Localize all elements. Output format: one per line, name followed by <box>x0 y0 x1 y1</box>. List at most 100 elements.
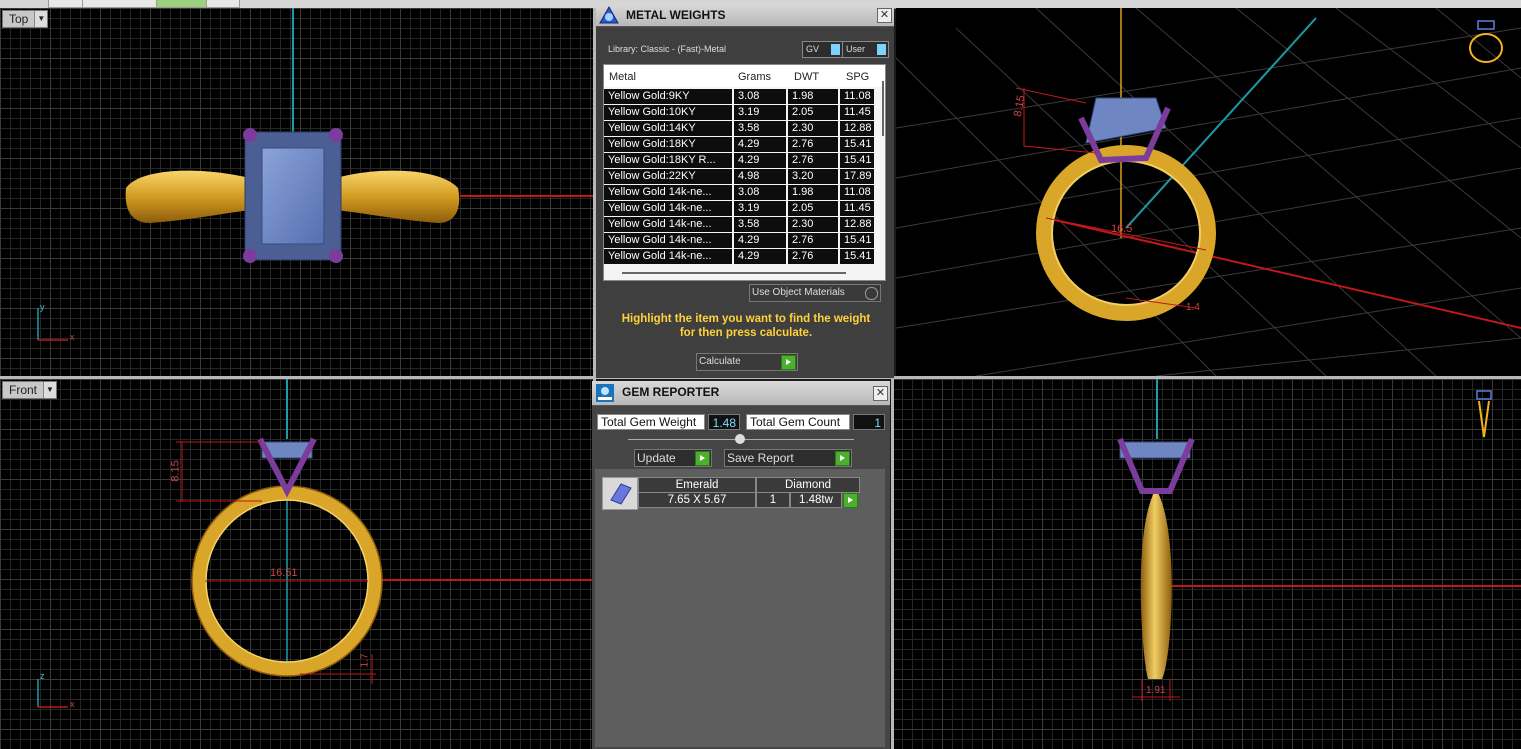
ring-preview-icon[interactable] <box>1469 20 1503 63</box>
prong <box>243 128 257 142</box>
gem-reporter-title: GEM REPORTER <box>622 385 720 399</box>
user-toggle[interactable]: User <box>842 41 889 58</box>
cell-dwt: 2.76 <box>788 137 838 152</box>
gem-reporter-titlebar[interactable]: GEM REPORTER ✕ <box>592 381 890 406</box>
calculate-button[interactable]: Calculate <box>696 353 798 371</box>
cell-dwt: 2.05 <box>788 201 838 216</box>
dim-shank-label: 1.7 <box>359 653 371 668</box>
gem-table <box>261 147 325 245</box>
gem-size[interactable]: 7.65 X 5.67 <box>638 492 756 508</box>
viewport-top[interactable]: Top ▼ y x <box>0 8 594 376</box>
chevron-down-icon[interactable]: ▼ <box>43 382 57 398</box>
close-icon[interactable]: ✕ <box>873 386 888 401</box>
use-object-materials-label: Use Object Materials <box>752 287 845 298</box>
gv-toggle[interactable]: GV <box>802 41 843 58</box>
dim-height-label: 8.15 <box>169 460 182 482</box>
column-metal[interactable]: Metal <box>609 71 636 83</box>
metal-weights-titlebar[interactable]: METAL WEIGHTS ✕ <box>596 4 894 27</box>
cell-metal: Yellow Gold:18KY R... <box>604 153 732 168</box>
tab-1[interactable] <box>48 0 84 8</box>
cell-spg: 17.89 <box>840 169 874 184</box>
cell-spg: 15.41 <box>840 153 874 168</box>
viewport-front-label[interactable]: Front ▼ <box>2 381 58 399</box>
total-gem-count-label: Total Gem Count <box>746 414 850 430</box>
cell-grams: 3.08 <box>734 89 786 104</box>
tab-2[interactable] <box>82 0 158 8</box>
cell-dwt: 3.20 <box>788 169 838 184</box>
gem-reporter-panel: GEM REPORTER ✕ Total Gem Weight 1.48 Tot… <box>592 381 890 749</box>
side-ring-preview-icon[interactable] <box>1476 390 1492 438</box>
play-icon <box>835 451 850 466</box>
total-gem-weight-label: Total Gem Weight <box>597 414 705 430</box>
viewport-front[interactable]: Front ▼ 8.15 16.51 1.7 z x <box>0 379 594 749</box>
prong <box>329 249 343 263</box>
gem-row-thumbnail[interactable] <box>602 477 638 510</box>
metal-table-header: Metal Grams DWT SPG <box>604 65 885 87</box>
gem-count[interactable]: 1 <box>756 492 790 508</box>
cell-grams: 4.29 <box>734 233 786 248</box>
dim-width-label: 16.51 <box>270 567 298 579</box>
column-dwt[interactable]: DWT <box>794 71 819 83</box>
cell-grams: 4.98 <box>734 169 786 184</box>
total-gem-weight-value: 1.48 <box>708 414 740 430</box>
cell-metal: Yellow Gold:9KY <box>604 89 732 104</box>
emerald-gem-icon <box>610 483 632 505</box>
ring-band-right <box>336 170 460 223</box>
table-row[interactable]: Yellow Gold:10KY 3.19 2.05 11.45 <box>604 105 874 120</box>
collapse-handle-icon[interactable] <box>735 434 745 444</box>
hint-line-2: for then press calculate. <box>679 327 813 339</box>
column-grams[interactable]: Grams <box>738 71 771 83</box>
cell-metal: Yellow Gold 14k-ne... <box>604 185 732 200</box>
calculate-label: Calculate <box>699 356 741 367</box>
cell-metal: Yellow Gold 14k-ne... <box>604 233 732 248</box>
save-report-label: Save Report <box>727 451 794 465</box>
viewport-perspective[interactable]: 8.15 16.5 1.4 <box>896 8 1521 376</box>
table-row[interactable]: Yellow Gold 14k-ne... 3.19 2.05 11.45 <box>604 201 874 216</box>
close-icon[interactable]: ✕ <box>877 8 892 23</box>
table-row[interactable]: Yellow Gold:9KY 3.08 1.98 11.08 <box>604 89 874 104</box>
vertical-scrollbar[interactable] <box>882 81 884 136</box>
play-icon <box>695 451 710 466</box>
use-object-materials-button[interactable]: Use Object Materials <box>749 284 881 302</box>
cell-metal: Yellow Gold:10KY <box>604 105 732 120</box>
viewport-right[interactable]: 1.91 <box>892 379 1521 749</box>
perspective-view-drawing <box>896 8 1521 376</box>
cell-metal: Yellow Gold 14k-ne... <box>604 201 732 216</box>
axis-y-label: y <box>40 302 45 312</box>
update-button[interactable]: Update <box>634 449 712 467</box>
metal-table[interactable]: Metal Grams DWT SPG Yellow Gold:9KY 3.08 1… <box>603 64 886 281</box>
cell-dwt: 2.30 <box>788 121 838 136</box>
axis-z-label: z <box>40 671 45 681</box>
tab-3[interactable] <box>156 0 208 8</box>
metal-weights-title: METAL WEIGHTS <box>626 8 726 22</box>
cell-dwt: 2.05 <box>788 105 838 120</box>
top-view-drawing <box>37 8 594 341</box>
cell-grams: 3.19 <box>734 201 786 216</box>
play-icon <box>781 355 796 370</box>
table-row[interactable]: Yellow Gold 14k-ne... 3.08 1.98 11.08 <box>604 185 874 200</box>
gem-detail-play-icon[interactable] <box>843 493 858 508</box>
option-icon <box>865 287 878 300</box>
chevron-down-icon[interactable]: ▼ <box>34 11 48 27</box>
metal-weights-panel: METAL WEIGHTS ✕ Library: Classic - (Fast… <box>596 4 894 378</box>
save-report-button[interactable]: Save Report <box>724 449 852 467</box>
gem-material[interactable]: Diamond <box>756 477 860 493</box>
gem-cut[interactable]: Emerald <box>638 477 756 493</box>
table-row[interactable]: Yellow Gold:22KY 4.98 3.20 17.89 <box>604 169 874 184</box>
table-row[interactable]: Yellow Gold:18KY R... 4.29 2.76 15.41 <box>604 153 874 168</box>
viewport-top-label[interactable]: Top ▼ <box>2 10 49 28</box>
table-row[interactable]: Yellow Gold 14k-ne... 3.58 2.30 12.88 <box>604 217 874 232</box>
gem-weight[interactable]: 1.48tw <box>790 492 842 508</box>
table-row[interactable]: Yellow Gold:14KY 3.58 2.30 12.88 <box>604 121 874 136</box>
cell-metal: Yellow Gold:18KY <box>604 137 732 152</box>
cell-spg: 11.45 <box>840 105 874 120</box>
tab-4[interactable] <box>206 0 240 8</box>
horizontal-scrollbar[interactable] <box>622 272 846 274</box>
table-row[interactable]: Yellow Gold 14k-ne... 4.29 2.76 15.41 <box>604 249 874 264</box>
metal-weights-icon <box>599 5 619 24</box>
table-row[interactable]: Yellow Gold 14k-ne... 4.29 2.76 15.41 <box>604 233 874 248</box>
column-spg[interactable]: SPG <box>846 71 869 83</box>
cell-spg: 15.41 <box>840 137 874 152</box>
cell-grams: 4.29 <box>734 249 786 264</box>
table-row[interactable]: Yellow Gold:18KY 4.29 2.76 15.41 <box>604 137 874 152</box>
